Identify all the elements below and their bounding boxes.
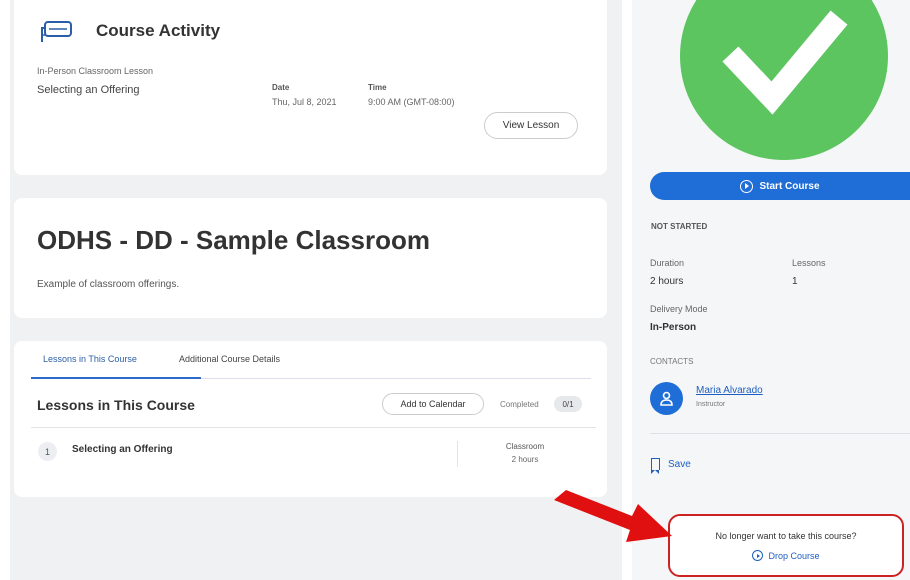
red-arrow-annotation: [554, 490, 672, 542]
course-activity-card: Course Activity In-Person Classroom Less…: [14, 0, 607, 175]
lessons-heading: Lessons in This Course: [37, 397, 195, 413]
row-separator: [457, 441, 458, 467]
lesson-type: In-Person Classroom Lesson: [37, 66, 154, 76]
lesson-row-type: Classroom: [505, 442, 545, 451]
duration-label: Duration: [650, 258, 685, 268]
lesson-name: Selecting an Offering: [37, 84, 140, 96]
save-button[interactable]: Save: [650, 458, 691, 474]
play-circle-icon: [752, 550, 764, 561]
drop-course-label: Drop Course: [768, 550, 820, 561]
start-course-label: Start Course: [759, 180, 820, 192]
lesson-row-name: Selecting an Offering: [72, 444, 173, 455]
drop-course-box: No longer want to take this course? Drop…: [668, 514, 904, 577]
lessons-card: Lessons in This Course Additional Course…: [14, 341, 607, 497]
panel-divider: [650, 433, 910, 434]
lessons-count-label: Lessons: [792, 258, 826, 268]
view-lesson-button[interactable]: View Lesson: [484, 112, 578, 139]
delivery-mode-value: In-Person: [650, 322, 697, 333]
course-title: ODHS - DD - Sample Classroom: [37, 225, 430, 255]
completed-label: Completed: [500, 400, 539, 409]
active-tab-indicator: [31, 377, 201, 379]
course-hero-image: [680, 0, 888, 160]
tab-divider: [201, 378, 591, 379]
lesson-row-duration: 2 hours: [511, 455, 539, 464]
avatar[interactable]: [650, 382, 683, 415]
bookmark-icon: [650, 458, 660, 474]
date-label: Date: [272, 83, 290, 92]
start-course-button[interactable]: Start Course: [650, 172, 910, 200]
tab-lessons-in-this-course[interactable]: Lessons in This Course: [43, 354, 137, 364]
play-circle-icon: [740, 179, 754, 193]
contacts-label: CONTACTS: [650, 357, 694, 366]
checkmark-icon: [722, 10, 848, 115]
time-label: Time: [368, 83, 387, 92]
course-description: Example of classroom offerings.: [37, 279, 180, 290]
activity-title: Course Activity: [96, 21, 221, 40]
contact-name-link[interactable]: Maria Alvarado: [696, 385, 763, 396]
completed-count-badge: 0/1: [554, 396, 582, 412]
duration-value: 2 hours: [650, 276, 684, 287]
tab-additional-course-details[interactable]: Additional Course Details: [179, 354, 280, 364]
contact-role: Instructor: [696, 401, 726, 408]
person-icon: [660, 391, 673, 406]
time-value: 9:00 AM (GMT-08:00): [368, 97, 455, 107]
save-label: Save: [668, 458, 691, 470]
add-to-calendar-button[interactable]: Add to Calendar: [382, 393, 484, 415]
lessons-count-value: 1: [792, 276, 798, 287]
row-divider: [31, 427, 596, 428]
drop-question: No longer want to take this course?: [715, 531, 857, 541]
lesson-number: 1: [38, 442, 57, 461]
classroom-icon: [41, 21, 72, 42]
date-value: Thu, Jul 8, 2021: [272, 97, 337, 107]
status-badge: NOT STARTED: [651, 222, 708, 231]
delivery-mode-label: Delivery Mode: [650, 304, 708, 314]
drop-course-link[interactable]: Drop Course: [670, 550, 902, 561]
course-header-card: ODHS - DD - Sample Classroom Example of …: [14, 198, 607, 318]
